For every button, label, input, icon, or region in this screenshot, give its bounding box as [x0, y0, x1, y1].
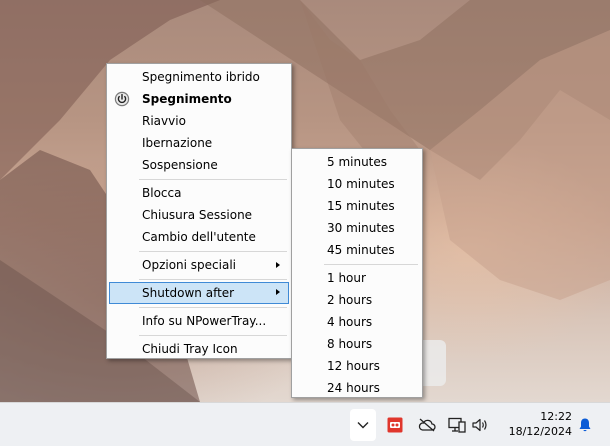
- menu-item-label: Riavvio: [142, 114, 186, 128]
- menu-item-label: 8 hours: [327, 337, 373, 351]
- background-window-fragment: [420, 340, 446, 386]
- submenu-item-30-minutes[interactable]: 30 minutes: [294, 217, 420, 239]
- network-icon: [448, 417, 466, 433]
- menu-item-special-options[interactable]: Opzioni speciali: [109, 254, 289, 276]
- chevron-right-icon: [276, 289, 280, 295]
- menu-item-label: 45 minutes: [327, 243, 395, 257]
- show-hidden-icons-button[interactable]: [350, 409, 376, 441]
- onedrive-tray-icon[interactable]: [416, 409, 438, 441]
- volume-icon: [472, 418, 487, 432]
- menu-item-switch-user[interactable]: Cambio dell'utente: [109, 226, 289, 248]
- menu-item-hibernate[interactable]: Ibernazione: [109, 132, 289, 154]
- menu-item-label: 30 minutes: [327, 221, 395, 235]
- menu-item-label: Opzioni speciali: [142, 258, 236, 272]
- submenu-item-8-hours[interactable]: 8 hours: [294, 333, 420, 355]
- shutdown-after-submenu: 5 minutes 10 minutes 15 minutes 30 minut…: [291, 148, 423, 398]
- menu-item-close-tray-icon[interactable]: Chiudi Tray Icon: [109, 338, 289, 360]
- menu-item-label: 4 hours: [327, 315, 373, 329]
- menu-item-label: Blocca: [142, 186, 182, 200]
- chevron-up-icon: [357, 422, 369, 429]
- submenu-item-5-minutes[interactable]: 5 minutes: [294, 151, 420, 173]
- notifications-button[interactable]: [574, 409, 596, 441]
- submenu-item-2-hours[interactable]: 2 hours: [294, 289, 420, 311]
- menu-item-label: Spegnimento ibrido: [142, 70, 260, 84]
- menu-item-shutdown[interactable]: Spegnimento: [109, 88, 289, 110]
- menu-item-label: Cambio dell'utente: [142, 230, 256, 244]
- app-tray-icon: [387, 417, 403, 433]
- submenu-item-24-hours[interactable]: 24 hours: [294, 377, 420, 399]
- menu-item-sleep[interactable]: Sospensione: [109, 154, 289, 176]
- menu-item-label: Spegnimento: [142, 92, 232, 106]
- npowertray-tray-icon[interactable]: [384, 409, 406, 441]
- menu-item-label: 12 hours: [327, 359, 380, 373]
- tray-context-menu: Spegnimento ibrido Spegnimento Riavvio I…: [106, 63, 292, 359]
- chevron-right-icon: [276, 262, 280, 268]
- menu-item-label: Ibernazione: [142, 136, 213, 150]
- bell-icon: [579, 418, 591, 432]
- menu-item-restart[interactable]: Riavvio: [109, 110, 289, 132]
- power-icon: [114, 91, 130, 107]
- submenu-item-1-hour[interactable]: 1 hour: [294, 267, 420, 289]
- menu-item-label: 24 hours: [327, 381, 380, 395]
- menu-item-label: Chiudi Tray Icon: [142, 342, 238, 356]
- menu-item-label: Chiusura Sessione: [142, 208, 253, 222]
- network-tray-icon[interactable]: [446, 409, 468, 441]
- clock-date: 18/12/2024: [508, 425, 572, 438]
- menu-item-hybrid-shutdown[interactable]: Spegnimento ibrido: [109, 66, 289, 88]
- menu-item-about[interactable]: Info su NPowerTray...: [109, 310, 289, 332]
- taskbar-clock[interactable]: 12:22 18/12/2024: [500, 409, 572, 441]
- cloud-off-icon: [418, 418, 436, 432]
- submenu-item-45-minutes[interactable]: 45 minutes: [294, 239, 420, 261]
- menu-item-logoff[interactable]: Chiusura Sessione: [109, 204, 289, 226]
- menu-item-label: Sospensione: [142, 158, 218, 172]
- clock-time: 12:22: [540, 410, 572, 423]
- menu-item-label: Info su NPowerTray...: [142, 314, 267, 328]
- submenu-item-10-minutes[interactable]: 10 minutes: [294, 173, 420, 195]
- volume-tray-icon[interactable]: [470, 409, 490, 441]
- menu-item-lock[interactable]: Blocca: [109, 182, 289, 204]
- submenu-item-4-hours[interactable]: 4 hours: [294, 311, 420, 333]
- menu-item-shutdown-after[interactable]: Shutdown after: [109, 282, 289, 304]
- menu-item-label: 15 minutes: [327, 199, 395, 213]
- submenu-item-12-hours[interactable]: 12 hours: [294, 355, 420, 377]
- menu-item-label: Shutdown after: [142, 286, 235, 300]
- submenu-item-15-minutes[interactable]: 15 minutes: [294, 195, 420, 217]
- menu-item-label: 10 minutes: [327, 177, 395, 191]
- menu-item-label: 1 hour: [327, 271, 366, 285]
- menu-item-label: 2 hours: [327, 293, 373, 307]
- menu-item-label: 5 minutes: [327, 155, 388, 169]
- taskbar: 12:22 18/12/2024: [0, 402, 610, 446]
